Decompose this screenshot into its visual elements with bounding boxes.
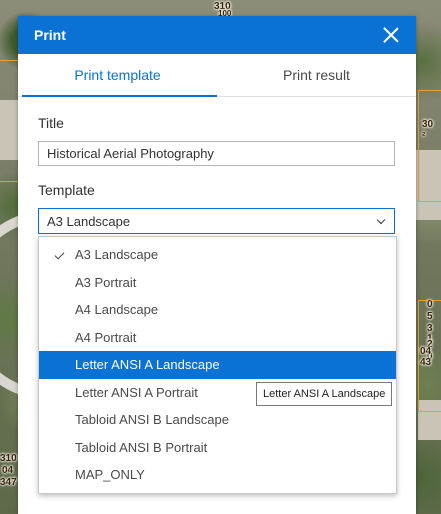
parcel-label: 04	[2, 465, 14, 476]
option-tooltip: Letter ANSI A Landscape	[256, 382, 393, 406]
option-a3-landscape[interactable]: A3 Landscape	[39, 241, 396, 269]
parcel-label: 5	[427, 311, 433, 322]
parcel-label: 0	[427, 299, 433, 310]
close-icon[interactable]	[382, 26, 400, 44]
parcel-label: 43	[420, 357, 432, 368]
template-select[interactable]: A3 Landscape	[38, 208, 395, 234]
parcel-label: 347	[0, 477, 17, 488]
title-input[interactable]	[38, 141, 395, 166]
option-tabloid-ansi-b-landscape[interactable]: Tabloid ANSI B Landscape	[39, 406, 396, 434]
print-panel: Print Print template Print result Title …	[18, 16, 416, 514]
print-form: Title Template A3 Landscape	[18, 115, 416, 234]
tab-label: Print result	[283, 67, 350, 83]
template-label: Template	[38, 182, 95, 198]
parcel-label: 04	[420, 346, 432, 357]
parcel-label: 30	[422, 119, 434, 130]
template-select-value: A3 Landscape	[47, 213, 131, 229]
option-a4-portrait[interactable]: A4 Portrait	[39, 324, 396, 352]
checkmark-icon	[54, 249, 65, 260]
parcel-label: 3	[427, 323, 433, 334]
option-a3-portrait[interactable]: A3 Portrait	[39, 269, 396, 297]
option-a4-landscape[interactable]: A4 Landscape	[39, 296, 396, 324]
panel-title: Print	[34, 27, 66, 43]
template-dropdown-list: A3 Landscape A3 Portrait A4 Landscape A4…	[38, 236, 397, 494]
tab-print-template[interactable]: Print template	[18, 54, 217, 97]
parcel-label: 310	[0, 453, 17, 464]
chevron-down-icon	[376, 215, 386, 224]
title-label: Title	[38, 115, 64, 131]
option-tabloid-ansi-b-portrait[interactable]: Tabloid ANSI B Portrait	[39, 434, 396, 462]
panel-header: Print	[18, 16, 416, 54]
option-map-only[interactable]: MAP_ONLY	[39, 461, 396, 489]
tab-label: Print template	[74, 67, 161, 83]
parcel-label: ²	[422, 131, 426, 142]
tab-print-result[interactable]: Print result	[217, 54, 416, 96]
tab-bar: Print template Print result	[18, 54, 416, 97]
option-letter-ansi-a-landscape[interactable]: Letter ANSI A Landscape	[39, 351, 396, 379]
parcel-boundary	[418, 90, 441, 202]
